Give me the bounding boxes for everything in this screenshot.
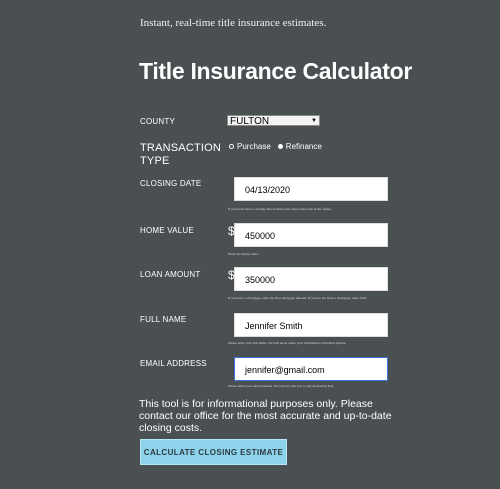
county-select[interactable]: FULTON ▼ bbox=[227, 115, 320, 127]
tagline: Instant, real-time title insurance estim… bbox=[140, 17, 327, 29]
purchase-radio-label[interactable]: Purchase bbox=[237, 142, 271, 151]
chevron-down-icon: ▼ bbox=[311, 118, 317, 124]
transaction-type-label-line1: TRANSACTION bbox=[140, 142, 222, 154]
full-name-label: FULL NAME bbox=[140, 315, 187, 324]
full-name-help: Please enter your full name. We will nev… bbox=[228, 341, 347, 345]
calculate-closing-estimate-button[interactable]: CALCULATE CLOSING ESTIMATE bbox=[140, 439, 287, 465]
county-label: COUNTY bbox=[140, 117, 175, 126]
email-label: EMAIL ADDRESS bbox=[140, 359, 207, 368]
home-value-label: HOME VALUE bbox=[140, 226, 194, 235]
email-help: Please enter your email address. We will… bbox=[228, 384, 335, 388]
closing-date-label: CLOSING DATE bbox=[140, 179, 202, 188]
transaction-type-radio-group: Purchase Refinance bbox=[229, 142, 326, 151]
home-value-help: Enter the home value. bbox=[228, 252, 259, 256]
closing-date-input[interactable]: 04/13/2020 bbox=[234, 177, 388, 201]
email-input[interactable]: jennifer@gmail.com bbox=[234, 357, 388, 381]
loan-amount-help: If you have a mortgage, enter the first … bbox=[228, 296, 367, 300]
home-value-input[interactable]: 450000 bbox=[234, 223, 388, 247]
loan-amount-input[interactable]: 350000 bbox=[234, 267, 388, 291]
page-title: Title Insurance Calculator bbox=[139, 58, 412, 84]
refinance-radio-label[interactable]: Refinance bbox=[286, 142, 322, 151]
full-name-input[interactable]: Jennifer Smith bbox=[234, 313, 388, 337]
purchase-radio[interactable] bbox=[229, 144, 234, 149]
closing-date-help: If you don't have a closing date in mind… bbox=[228, 207, 332, 211]
transaction-type-label-line2: TYPE bbox=[140, 155, 170, 167]
refinance-radio[interactable] bbox=[277, 144, 283, 149]
loan-amount-label: LOAN AMOUNT bbox=[140, 270, 201, 279]
transaction-type-label: TRANSACTION TYPE bbox=[140, 142, 221, 168]
disclaimer-text: This tool is for informational purposes … bbox=[139, 398, 392, 434]
county-selected-value: FULTON bbox=[230, 116, 270, 127]
